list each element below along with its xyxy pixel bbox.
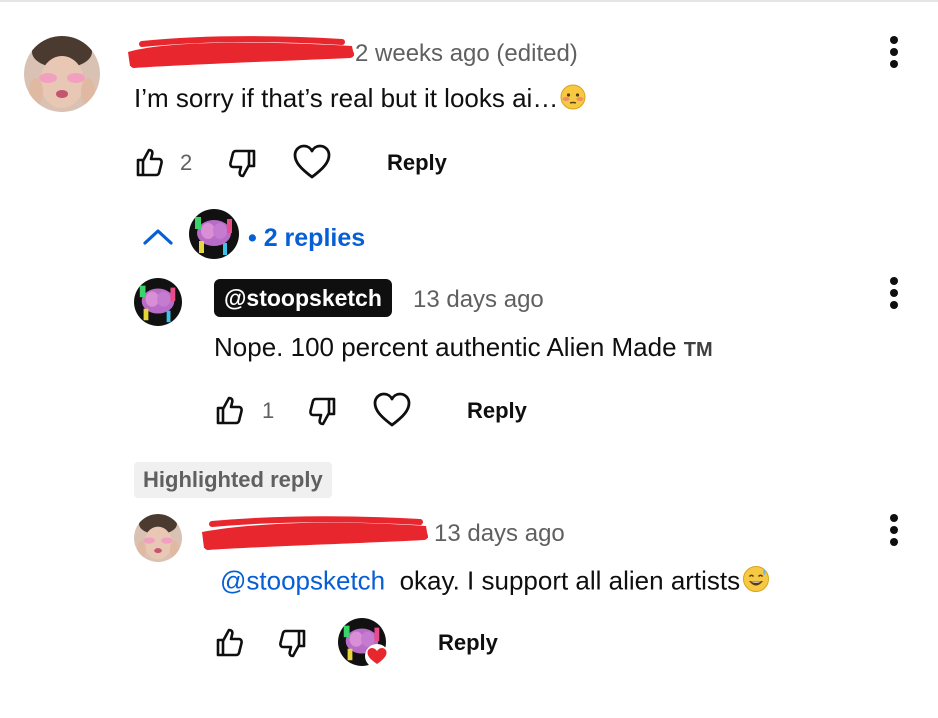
reply1-dislike-button[interactable]: [308, 396, 338, 433]
reply1-heart-button[interactable]: [372, 392, 412, 433]
heart-outline-icon: [293, 144, 331, 179]
comment-options-kebab[interactable]: [887, 36, 901, 72]
trademark-symbol: TM: [683, 339, 713, 361]
like-count: 2: [180, 150, 193, 175]
redacted-username-reply2: [202, 516, 428, 550]
highlighted-reply-badge: Highlighted reply: [134, 462, 332, 498]
thumbs-up-icon: [136, 148, 163, 177]
thumbs-down-icon: [229, 149, 256, 178]
like-button[interactable]: [134, 146, 164, 183]
reply2-text: @stoopsketch okay. I support all alien a…: [220, 565, 770, 600]
reply2-options-kebab[interactable]: [887, 514, 901, 550]
reply1-avatar[interactable]: [134, 278, 182, 326]
thumbs-down-icon: [279, 629, 306, 658]
reply2-like-button[interactable]: [214, 626, 244, 663]
grinning-sweat-emoji: [742, 565, 770, 600]
creator-heart-badge[interactable]: [338, 618, 390, 670]
heart-filled-icon: [365, 644, 389, 668]
reply1-timestamp[interactable]: 13 days ago: [413, 286, 544, 314]
reply2-avatar[interactable]: [134, 514, 182, 562]
reply1-text-content: Nope. 100 percent authentic Alien Made: [214, 332, 677, 362]
thumbs-down-icon: [309, 397, 336, 426]
reply2-mention-link[interactable]: @stoopsketch: [220, 565, 385, 595]
reply1-text: Nope. 100 percent authentic Alien Made T…: [214, 332, 713, 363]
reply2-timestamp[interactable]: 13 days ago: [434, 520, 565, 548]
comment-text-content: I’m sorry if that’s real but it looks ai…: [134, 83, 559, 113]
reply-button[interactable]: Reply: [387, 150, 447, 176]
comment-timestamp[interactable]: 2 weeks ago (edited): [355, 40, 578, 68]
heart-button[interactable]: [292, 144, 332, 185]
dislike-button[interactable]: [228, 148, 258, 185]
reply1-creator-handle[interactable]: @stoopsketch: [214, 279, 392, 317]
flushed-face-emoji: [560, 84, 586, 117]
reply2-text-content: okay. I support all alien artists: [399, 565, 741, 596]
comment-text: I’m sorry if that’s real but it looks ai…: [134, 83, 586, 117]
heart-outline-icon: [373, 392, 411, 427]
reply1-reply-button[interactable]: Reply: [467, 398, 527, 424]
top-divider: [0, 0, 938, 2]
reply2-reply-button[interactable]: Reply: [438, 630, 498, 656]
creator-avatar-small: [189, 209, 239, 259]
reply1-options-kebab[interactable]: [887, 277, 901, 313]
redacted-username: [128, 36, 354, 68]
reply1-like-count: 1: [262, 398, 275, 423]
reply1-like-button[interactable]: [214, 394, 244, 431]
reply2-dislike-button[interactable]: [278, 628, 308, 665]
replies-count-link[interactable]: • 2 replies: [248, 224, 365, 253]
commenter-avatar[interactable]: [24, 36, 100, 112]
chevron-up-icon: [143, 229, 173, 245]
thumbs-up-icon: [216, 628, 243, 657]
collapse-replies-button[interactable]: [142, 226, 174, 251]
thumbs-up-icon: [216, 396, 243, 425]
